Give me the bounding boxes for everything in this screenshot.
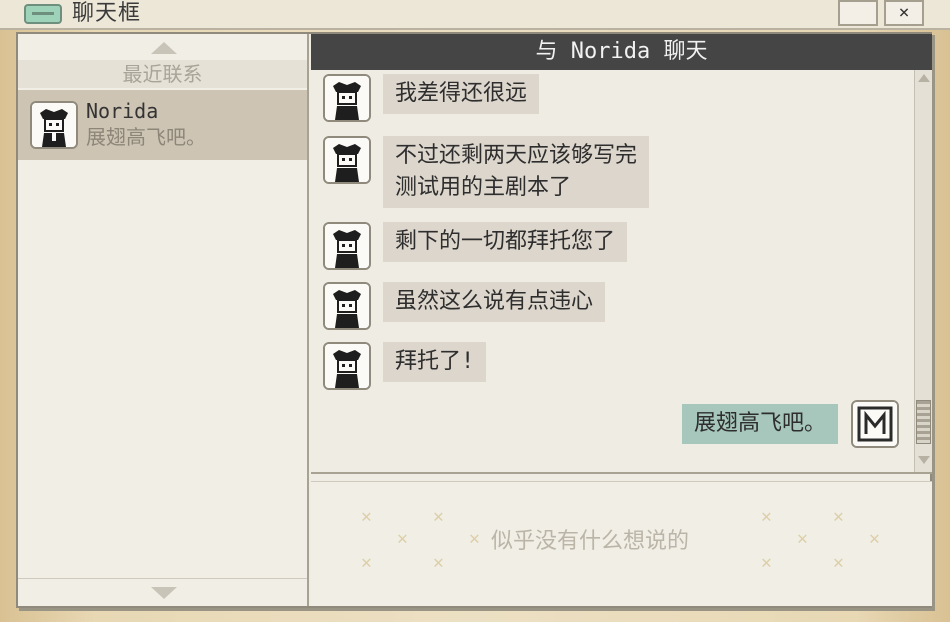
decor-cross-icon: ✕ [469, 528, 480, 549]
norida-avatar-icon [30, 101, 78, 149]
window-title: 聊天框 [72, 1, 142, 26]
title-bar: 聊天框 × [0, 0, 950, 30]
chat-header: 与 Norida 聊天 [311, 34, 932, 70]
scroll-down-icon[interactable] [918, 456, 930, 464]
message-bubble: 拜托了! [383, 342, 487, 382]
own-message-bubble: 展翅高飞吧。 [681, 404, 838, 444]
message-bubble: 虽然这么说有点违心 [383, 282, 606, 322]
recent-contacts-heading: 最近联系 [18, 60, 307, 88]
input-divider [311, 472, 932, 482]
message-bubble: 剩下的一切都拜托您了 [383, 222, 628, 262]
contact-last-message: 展翅高飞吧。 [86, 125, 206, 149]
decor-cross-icon: ✕ [433, 506, 444, 527]
message-scrollbar[interactable] [914, 70, 932, 472]
decor-cross-icon: ✕ [397, 528, 408, 549]
chat-window: 最近联系 Norida 展翅高飞吧。 与 Norida 聊天 我差得还很远 不过… [16, 32, 932, 608]
maximize-button[interactable] [838, 0, 878, 26]
norida-avatar-icon [323, 74, 371, 122]
decor-cross-icon: ✕ [761, 506, 772, 527]
contact-name: Norida [86, 99, 159, 123]
decor-cross-icon: ✕ [869, 528, 880, 549]
close-button[interactable]: × [884, 0, 924, 26]
decor-cross-icon: ✕ [761, 552, 772, 573]
scroll-up-icon[interactable] [918, 74, 930, 82]
contacts-sidebar: 最近联系 Norida 展翅高飞吧。 [18, 34, 309, 606]
norida-avatar-icon [323, 342, 371, 390]
sidebar-scroll-up-icon[interactable] [151, 42, 177, 54]
contact-item-norida[interactable]: Norida 展翅高飞吧。 [18, 90, 307, 160]
scrollbar-thumb[interactable] [916, 400, 931, 444]
norida-avatar-icon [323, 222, 371, 270]
message-bubble: 我差得还很远 [383, 74, 540, 114]
decor-cross-icon: ✕ [361, 552, 372, 573]
sidebar-divider [18, 578, 307, 579]
decor-cross-icon: ✕ [833, 552, 844, 573]
norida-avatar-icon [323, 282, 371, 330]
user-avatar-icon [851, 400, 899, 448]
chat-window-icon [24, 4, 62, 24]
decor-cross-icon: ✕ [797, 528, 808, 549]
input-placeholder: 似乎没有什么想说的 [487, 528, 694, 556]
norida-avatar-icon [323, 136, 371, 184]
decor-cross-icon: ✕ [833, 506, 844, 527]
decor-cross-icon: ✕ [433, 552, 444, 573]
message-bubble: 不过还剩两天应该够写完 测试用的主剧本了 [383, 136, 650, 208]
decor-cross-icon: ✕ [361, 506, 372, 527]
message-input[interactable]: ✕ ✕ ✕ ✕ ✕ ✕ ✕ ✕ ✕ ✕ ✕ ✕ 似乎没有什么想说的 [311, 482, 932, 606]
message-list: 我差得还很远 不过还剩两天应该够写完 测试用的主剧本了 剩下的一切都拜托您了 虽… [311, 70, 914, 472]
sidebar-scroll-down-icon[interactable] [151, 587, 177, 599]
